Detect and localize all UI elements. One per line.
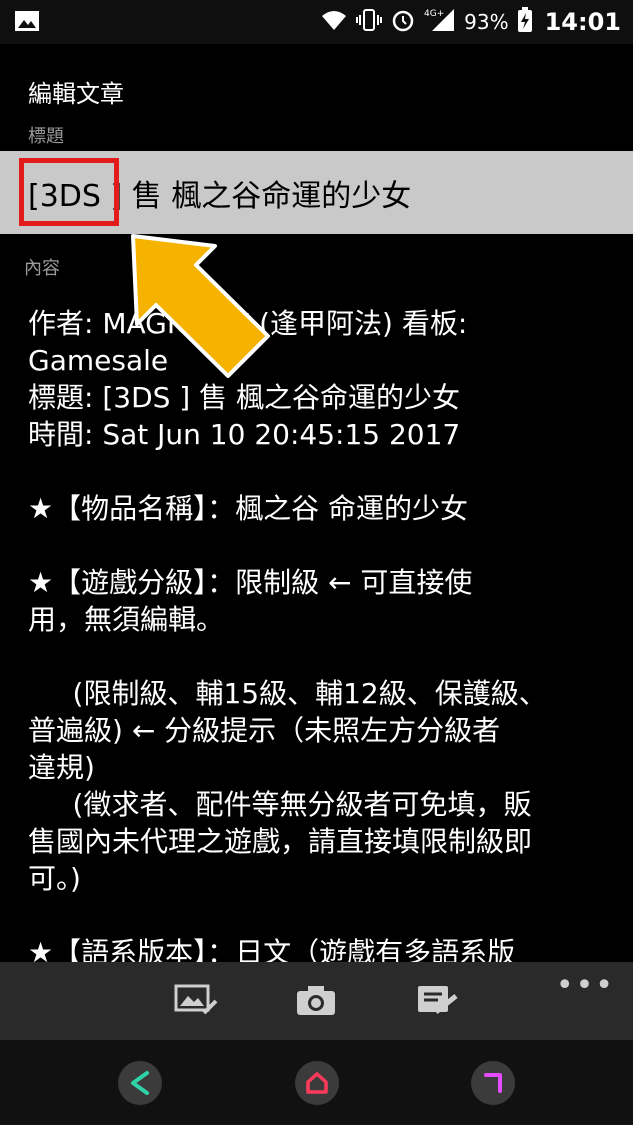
svg-text:4G+: 4G+: [424, 9, 444, 19]
clock: 14:01: [544, 8, 621, 36]
page-title: 編輯文章: [28, 80, 124, 108]
content-label: 內容: [24, 258, 60, 279]
back-icon[interactable]: [118, 1061, 162, 1105]
signal-icon: 4G+: [424, 7, 456, 37]
home-icon[interactable]: [295, 1061, 339, 1105]
content-textarea[interactable]: 作者: MAGICFOX (逢甲阿法) 看板: Gamesale 標題: [3D…: [28, 305, 618, 971]
highlight-box: [19, 158, 119, 226]
editor-toolbar: [0, 962, 633, 1040]
title-label: 標題: [28, 126, 64, 147]
alarm-icon: [390, 7, 416, 37]
status-bar: 4G+ 93% 14:01: [0, 0, 633, 44]
wifi-icon: [320, 8, 348, 36]
navigation-bar: [0, 1040, 633, 1125]
battery-percent: 93%: [464, 10, 509, 34]
camera-icon[interactable]: [292, 980, 340, 1020]
recent-apps-icon[interactable]: [471, 1061, 515, 1105]
image-attach-icon[interactable]: [172, 980, 220, 1020]
battery-charging-icon: [517, 7, 533, 37]
image-notification-icon: [14, 8, 40, 38]
draft-send-icon[interactable]: [412, 980, 460, 1020]
vibrate-icon: [356, 8, 383, 36]
more-options-icon[interactable]: •••: [556, 968, 615, 1003]
